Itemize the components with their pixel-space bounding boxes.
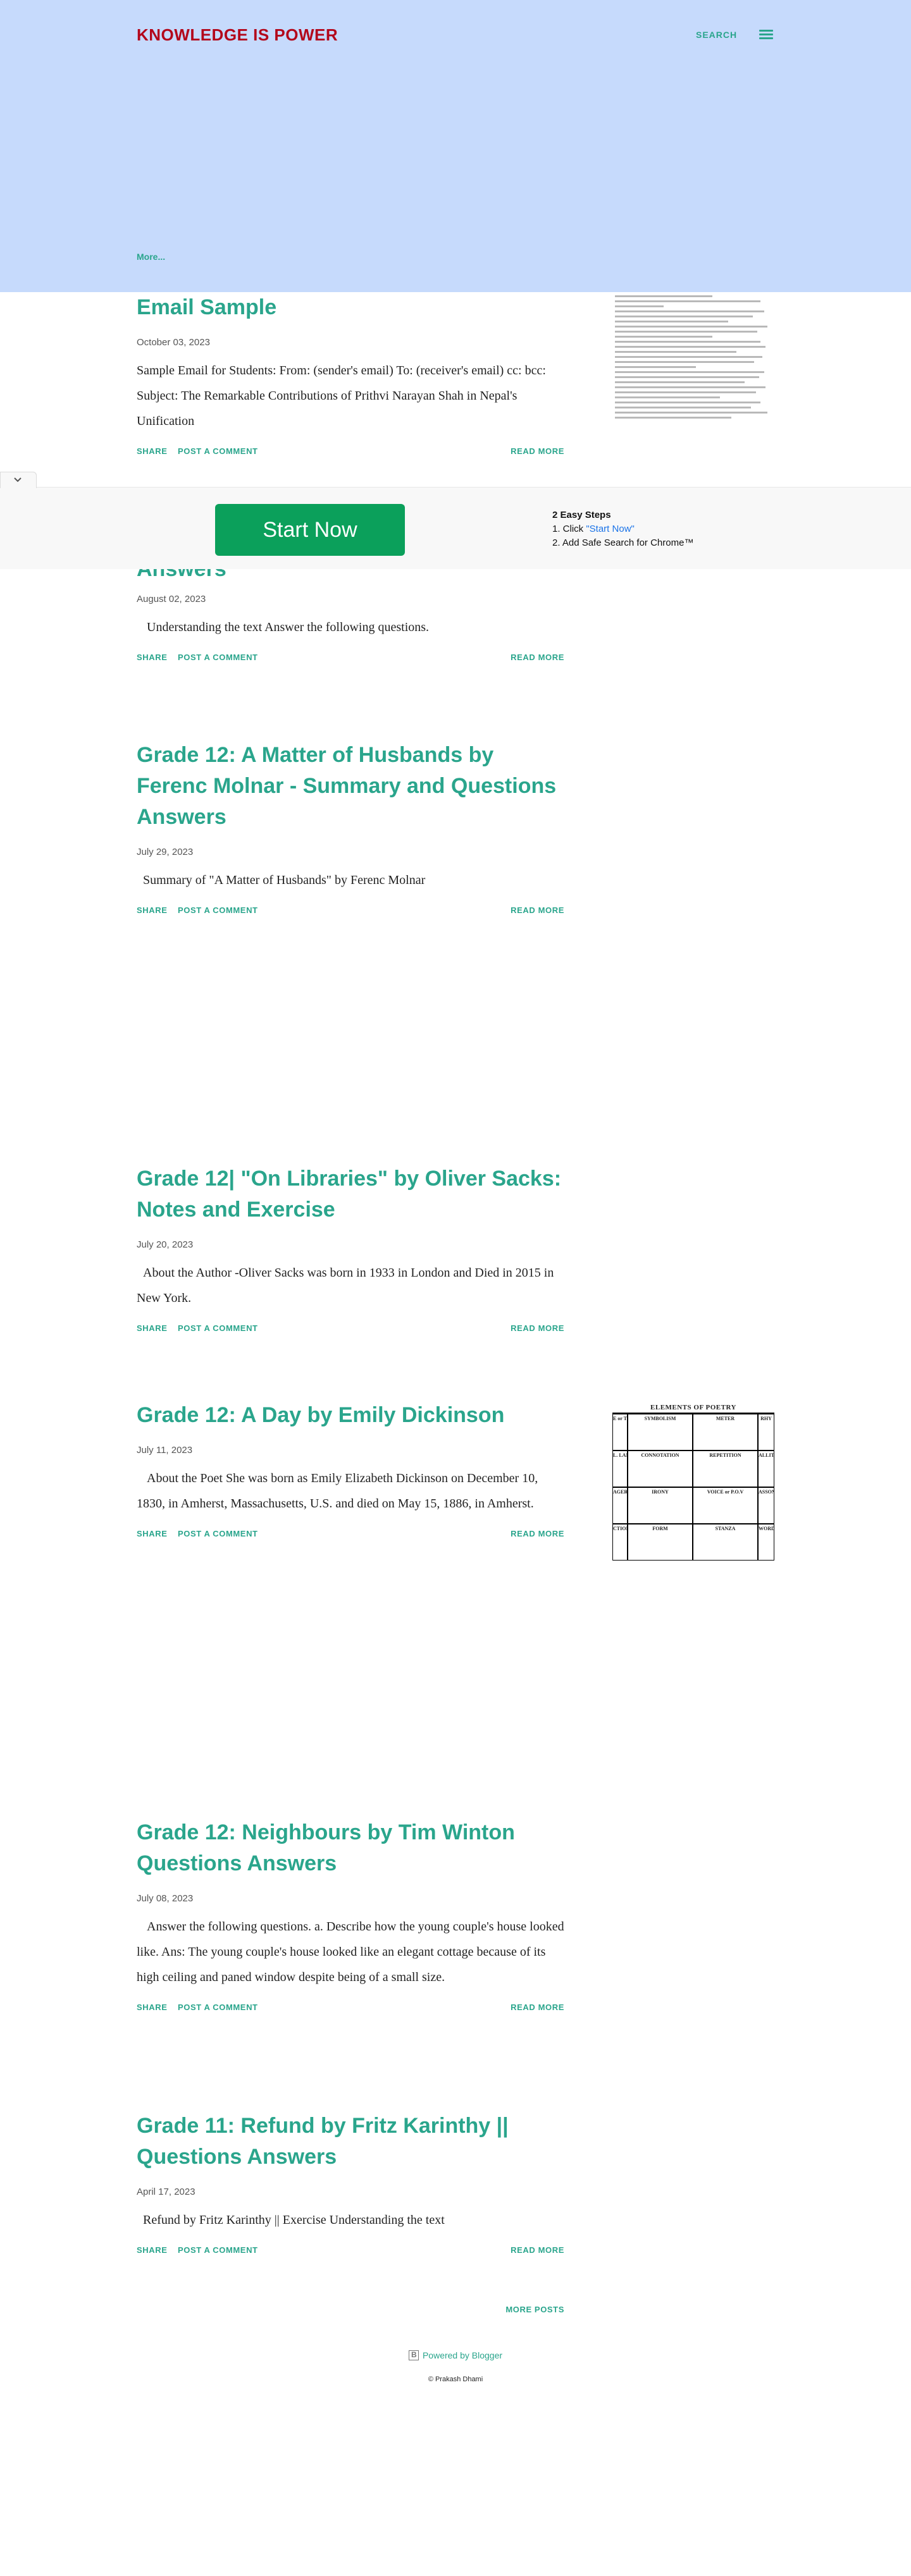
post-actions: SHARE POST A COMMENT READ MORE: [137, 2003, 564, 2015]
share-link[interactable]: SHARE: [137, 653, 168, 662]
post-snippet: Sample Email for Students: From: (sender…: [137, 364, 546, 428]
chevron-down-icon: [14, 477, 22, 482]
post-card: Grade 12| "On Libraries" by Oliver Sacks…: [137, 1163, 564, 1336]
post-snippet: About the Poet She was born as Emily Eli…: [137, 1471, 538, 1511]
poetry-cell: E or TONE: [612, 1414, 628, 1451]
poetry-cell: RHY: [758, 1414, 774, 1451]
ad-steps-heading: 2 Easy Steps: [552, 510, 611, 520]
post-date: July 20, 2023: [137, 1239, 194, 1250]
blog-title[interactable]: KNOWLEDGE IS POWER: [137, 25, 338, 45]
poetry-cell: CTION: [612, 1524, 628, 1561]
read-more-link[interactable]: READ MORE: [511, 1529, 564, 1538]
post-card: Grade 12: A Matter of Husbands by Ferenc…: [137, 740, 564, 918]
read-more-link[interactable]: READ MORE: [511, 446, 564, 456]
ad-step-1-link[interactable]: "Start Now": [586, 524, 635, 534]
ad-steps-overlay: 2 Easy Steps 1. Click "Start Now" 2. Add…: [552, 508, 693, 550]
poetry-cell: METER: [693, 1414, 758, 1451]
search-link[interactable]: SEARCH: [696, 30, 737, 40]
post-title[interactable]: Grade 12: A Day by Emily Dickinson: [137, 1400, 564, 1431]
post-title[interactable]: Grade 12| "On Libraries" by Oliver Sacks…: [137, 1163, 564, 1225]
post-date: August 02, 2023: [137, 594, 206, 604]
powered-by-label: Powered by Blogger: [422, 2350, 503, 2360]
read-more-link[interactable]: READ MORE: [511, 653, 564, 662]
post-date: July 29, 2023: [137, 847, 194, 857]
blog-header: KNOWLEDGE IS POWER SEARCH More...: [0, 0, 911, 292]
read-more-link[interactable]: READ MORE: [511, 2003, 564, 2012]
post-actions: SHARE POST A COMMENT READ MORE: [137, 1529, 564, 1542]
poetry-cell: ASSON: [758, 1487, 774, 1524]
post-title[interactable]: Grade 12: A Matter of Husbands by Ferenc…: [137, 740, 564, 833]
more-posts-link[interactable]: MORE POSTS: [505, 2305, 564, 2314]
read-more-link[interactable]: READ MORE: [511, 1323, 564, 1333]
share-link[interactable]: SHARE: [137, 1323, 168, 1333]
hamburger-icon[interactable]: [759, 28, 773, 42]
poetry-cell: STANZA: [693, 1524, 758, 1561]
post-date: April 17, 2023: [137, 2187, 195, 2197]
post-actions: SHARE POST A COMMENT READ MORE: [137, 1323, 564, 1336]
post-card: Grade 12: A Day by Emily Dickinson July …: [137, 1400, 564, 1542]
poetry-cell: REPETITION: [693, 1451, 758, 1487]
post-comment-link[interactable]: POST A COMMENT: [178, 653, 258, 662]
post-thumbnail-poetry-chart[interactable]: ELEMENTS OF POETRY E or TONESYMBOLISMMET…: [612, 1404, 774, 1563]
powered-by-blogger[interactable]: Powered by Blogger: [0, 2350, 911, 2360]
post-actions: SHARE POST A COMMENT READ MORE: [137, 905, 564, 918]
post-snippet: Understanding the text Answer the follow…: [147, 620, 430, 634]
start-now-button-overlay[interactable]: Start Now: [215, 504, 405, 556]
post-comment-link[interactable]: POST A COMMENT: [178, 2245, 258, 2255]
poetry-grid: E or TONESYMBOLISMMETERRHY L. LANG.CONNOT…: [612, 1413, 774, 1561]
poetry-cell: IRONY: [628, 1487, 693, 1524]
post-snippet: Refund by Fritz Karinthy || Exercise Und…: [143, 2213, 445, 2227]
post-comment-link[interactable]: POST A COMMENT: [178, 1323, 258, 1333]
thumb-heading: ELEMENTS OF POETRY: [650, 1404, 736, 1411]
post-thumbnail-document[interactable]: [612, 292, 774, 455]
poetry-cell: WORD: [758, 1524, 774, 1561]
share-link[interactable]: SHARE: [137, 446, 168, 456]
post-snippet: About the Author -Oliver Sacks was born …: [137, 1266, 554, 1305]
post-card: Answers August 02, 2023 Understanding th…: [137, 554, 564, 665]
poetry-cell: L. LANG.: [612, 1451, 628, 1487]
poetry-cell: ALLITE: [758, 1451, 774, 1487]
poetry-cell: CONNOTATION: [628, 1451, 693, 1487]
post-actions: SHARE POST A COMMENT READ MORE: [137, 653, 564, 665]
post-card: Grade 12: Neighbours by Tim Winton Quest…: [137, 1817, 564, 2015]
share-link[interactable]: SHARE: [137, 905, 168, 915]
share-link[interactable]: SHARE: [137, 2003, 168, 2012]
post-date: July 08, 2023: [137, 1893, 194, 1904]
share-link[interactable]: SHARE: [137, 2245, 168, 2255]
read-more-link[interactable]: READ MORE: [511, 2245, 564, 2255]
post-comment-link[interactable]: POST A COMMENT: [178, 905, 258, 915]
ad-collapse-toggle-overlay[interactable]: [0, 472, 37, 488]
post-actions: SHARE POST A COMMENT READ MORE: [137, 2245, 564, 2258]
more-link[interactable]: More...: [137, 252, 165, 262]
poetry-cell: VOICE or P.O.V: [693, 1487, 758, 1524]
ad-step-1: 1. Click "Start Now": [552, 524, 635, 534]
copyright: © Prakash Dhami: [428, 2376, 483, 2383]
post-comment-link[interactable]: POST A COMMENT: [178, 2003, 258, 2012]
post-title[interactable]: Grade 11: Refund by Fritz Karinthy || Qu…: [137, 2111, 564, 2173]
post-actions: SHARE POST A COMMENT READ MORE: [137, 446, 564, 459]
ad-banner-overlay: [0, 487, 911, 569]
post-comment-link[interactable]: POST A COMMENT: [178, 1529, 258, 1538]
post-snippet: Summary of "A Matter of Husbands" by Fer…: [143, 873, 426, 887]
read-more-link[interactable]: READ MORE: [511, 905, 564, 915]
post-date: October 03, 2023: [137, 337, 210, 348]
poetry-cell: AGERY: [612, 1487, 628, 1524]
post-card: Email Sample October 03, 2023 Sample Ema…: [137, 292, 564, 459]
share-link[interactable]: SHARE: [137, 1529, 168, 1538]
poetry-cell: FORM: [628, 1524, 693, 1561]
blogger-icon: [408, 2350, 419, 2360]
post-snippet: Answer the following questions. a. Descr…: [137, 1920, 564, 1984]
poetry-cell: SYMBOLISM: [628, 1414, 693, 1451]
post-comment-link[interactable]: POST A COMMENT: [178, 446, 258, 456]
post-title[interactable]: Email Sample: [137, 292, 564, 323]
post-title[interactable]: Grade 12: Neighbours by Tim Winton Quest…: [137, 1817, 564, 1879]
post-card: Grade 11: Refund by Fritz Karinthy || Qu…: [137, 2111, 564, 2258]
ad-step-2: 2. Add Safe Search for Chrome™: [552, 537, 694, 548]
post-date: July 11, 2023: [137, 1445, 193, 1456]
